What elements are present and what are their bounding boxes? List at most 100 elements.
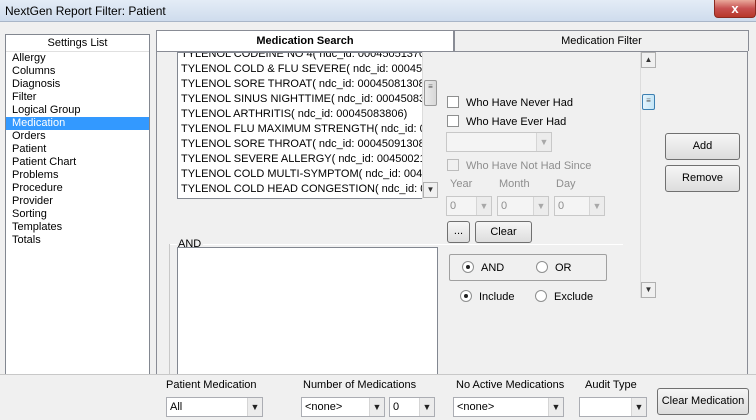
month-value: 0	[501, 200, 508, 212]
and-radio[interactable]: AND	[462, 261, 504, 274]
chevron-down-icon: ▼	[476, 197, 491, 215]
settings-item-orders[interactable]: Orders	[6, 130, 149, 143]
num-medications-label: Number of Medications	[303, 379, 417, 391]
settings-list-header: Settings List	[6, 35, 149, 52]
and-group-divider-left	[169, 244, 177, 245]
panel-scrollbar[interactable]: ▲ ≡ ▼	[640, 52, 656, 298]
medication-row[interactable]: TYLENOL SEVERE ALLERGY( ndc_id: 00450021…	[178, 152, 437, 167]
radio-selected-icon	[460, 290, 472, 302]
medication-row[interactable]: TYLENOL COLD HEAD CONGESTION( ndc_id: 00…	[178, 182, 437, 197]
num-medications-operator-value: <none>	[305, 401, 343, 413]
settings-item-columns[interactable]: Columns	[6, 65, 149, 78]
patient-medication-label: Patient Medication	[166, 379, 257, 391]
chevron-down-icon: ▼	[589, 197, 604, 215]
month-label: Month	[499, 178, 530, 190]
medication-row[interactable]: TYLENOL CODEINE NO 4( ndc_id: 0004505137…	[178, 53, 437, 62]
settings-item-diagnosis[interactable]: Diagnosis	[6, 78, 149, 91]
year-combo[interactable]: 0 ▼	[446, 196, 492, 216]
year-value: 0	[450, 200, 457, 212]
close-button[interactable]: x	[714, 0, 756, 18]
tab-medication-search[interactable]: Medication Search	[156, 30, 454, 51]
medication-row[interactable]: TYLENOL SORE THROAT( ndc_id: 00045081308…	[178, 77, 437, 92]
tab-strip: Medication Search Medication Filter	[156, 30, 749, 51]
settings-item-templates[interactable]: Templates	[6, 221, 149, 234]
audit-type-combo[interactable]: ▼	[579, 397, 647, 417]
settings-item-problems[interactable]: Problems	[6, 169, 149, 182]
not-had-since-checkbox[interactable]: Who Have Not Had Since	[447, 159, 591, 172]
settings-item-sorting[interactable]: Sorting	[6, 208, 149, 221]
settings-item-totals[interactable]: Totals	[6, 234, 149, 247]
clear-medication-button[interactable]: Clear Medication	[657, 388, 749, 415]
report-filter-window: Settings List Allergy Columns Diagnosis Fil…	[0, 22, 756, 420]
scroll-down-icon[interactable]: ▼	[641, 282, 656, 298]
and-group-divider	[203, 244, 623, 245]
num-medications-value-combo[interactable]: 0 ▼	[389, 397, 435, 417]
exclude-radio-label: Exclude	[554, 291, 594, 303]
settings-item-logical-group[interactable]: Logical Group	[6, 104, 149, 117]
chevron-down-icon: ▼	[533, 197, 548, 215]
patient-medication-combo[interactable]: All ▼	[166, 397, 263, 417]
day-combo[interactable]: 0 ▼	[554, 196, 605, 216]
medication-row[interactable]: TYLENOL COLD MULTI-SYMPTOM( ndc_id: 0045…	[178, 167, 437, 182]
day-value: 0	[558, 200, 565, 212]
ever-had-checkbox[interactable]: Who Have Ever Had	[447, 115, 566, 128]
medication-list[interactable]: TYLENOL CODEINE NO 4( ndc_id: 0004505137…	[177, 52, 438, 199]
or-radio-label: OR	[555, 262, 572, 274]
chevron-down-icon: ▼	[419, 398, 434, 416]
radio-icon	[535, 290, 547, 302]
patient-medication-value: All	[170, 401, 183, 413]
scroll-thumb[interactable]: ≡	[642, 94, 655, 110]
bottom-filter-bar: Patient Medication All ▼ Number of Medic…	[0, 374, 756, 420]
checkbox-icon	[447, 96, 459, 108]
medication-row[interactable]: TYLENOL ARTHRITIS( ndc_id: 00045083806)	[178, 107, 437, 122]
chevron-down-icon: ▼	[536, 133, 551, 151]
medication-row[interactable]: TYLENOL SINUS NIGHTTIME( ndc_id: 0004508…	[178, 92, 437, 107]
checkbox-icon	[447, 159, 459, 171]
or-radio[interactable]: OR	[536, 261, 572, 274]
medication-row[interactable]: TYLENOL FLU MAXIMUM STRENGTH( ndc_id: 00…	[178, 122, 437, 137]
scroll-up-icon[interactable]: ▲	[641, 52, 656, 68]
audit-type-label: Audit Type	[585, 379, 637, 391]
title-bar: NextGen Report Filter: Patient x	[0, 0, 756, 22]
settings-item-allergy[interactable]: Allergy	[6, 52, 149, 65]
medication-row[interactable]: TYLENOL SINUS CONGESTION-PAIN( ndc_id: 0…	[178, 197, 437, 198]
no-active-value: <none>	[457, 401, 495, 413]
num-medications-value: 0	[393, 401, 400, 413]
chevron-down-icon: ▼	[369, 398, 384, 416]
medication-list-scrollbar[interactable]: ≡ ▼	[422, 52, 438, 199]
ever-had-label: Who Have Ever Had	[466, 116, 567, 128]
never-had-label: Who Have Never Had	[466, 97, 573, 109]
include-radio-label: Include	[479, 291, 515, 303]
num-medications-operator-combo[interactable]: <none> ▼	[301, 397, 385, 417]
tab-medication-filter[interactable]: Medication Filter	[454, 30, 749, 51]
include-radio[interactable]: Include	[460, 290, 514, 303]
settings-item-medication[interactable]: Medication	[6, 117, 149, 130]
settings-items: Allergy Columns Diagnosis Filter Logical Gro…	[6, 52, 149, 247]
ever-had-combo[interactable]: ▼	[446, 132, 552, 152]
medication-rows: TYLENOL CODEINE NO 4( ndc_id: 0004505137…	[178, 53, 437, 198]
medication-search-panel: TYLENOL CODEINE NO 4( ndc_id: 0004505137…	[156, 51, 748, 397]
medication-row[interactable]: TYLENOL COLD & FLU SEVERE( ndc_id: 00045…	[178, 62, 437, 77]
scroll-down-icon[interactable]: ▼	[423, 182, 438, 198]
scroll-thumb[interactable]: ≡	[424, 80, 437, 106]
settings-item-patient[interactable]: Patient	[6, 143, 149, 156]
month-combo[interactable]: 0 ▼	[497, 196, 549, 216]
settings-item-procedure[interactable]: Procedure	[6, 182, 149, 195]
exclude-radio[interactable]: Exclude	[535, 290, 593, 303]
add-button[interactable]: Add	[665, 133, 740, 160]
settings-list: Settings List Allergy Columns Diagnosis Fil…	[5, 34, 150, 395]
browse-button[interactable]: ...	[447, 221, 470, 243]
remove-button[interactable]: Remove	[665, 165, 740, 192]
no-active-combo[interactable]: <none> ▼	[453, 397, 564, 417]
settings-item-provider[interactable]: Provider	[6, 195, 149, 208]
medication-row[interactable]: TYLENOL SORE THROAT( ndc_id: 00045091308…	[178, 137, 437, 152]
clear-button[interactable]: Clear	[475, 221, 532, 243]
settings-item-filter[interactable]: Filter	[6, 91, 149, 104]
radio-selected-icon	[462, 261, 474, 273]
and-radio-label: AND	[481, 262, 505, 274]
chevron-down-icon: ▼	[247, 398, 262, 416]
settings-item-patient-chart[interactable]: Patient Chart	[6, 156, 149, 169]
chevron-down-icon: ▼	[548, 398, 563, 416]
never-had-checkbox[interactable]: Who Have Never Had	[447, 96, 573, 109]
and-or-group: AND OR	[449, 254, 607, 281]
